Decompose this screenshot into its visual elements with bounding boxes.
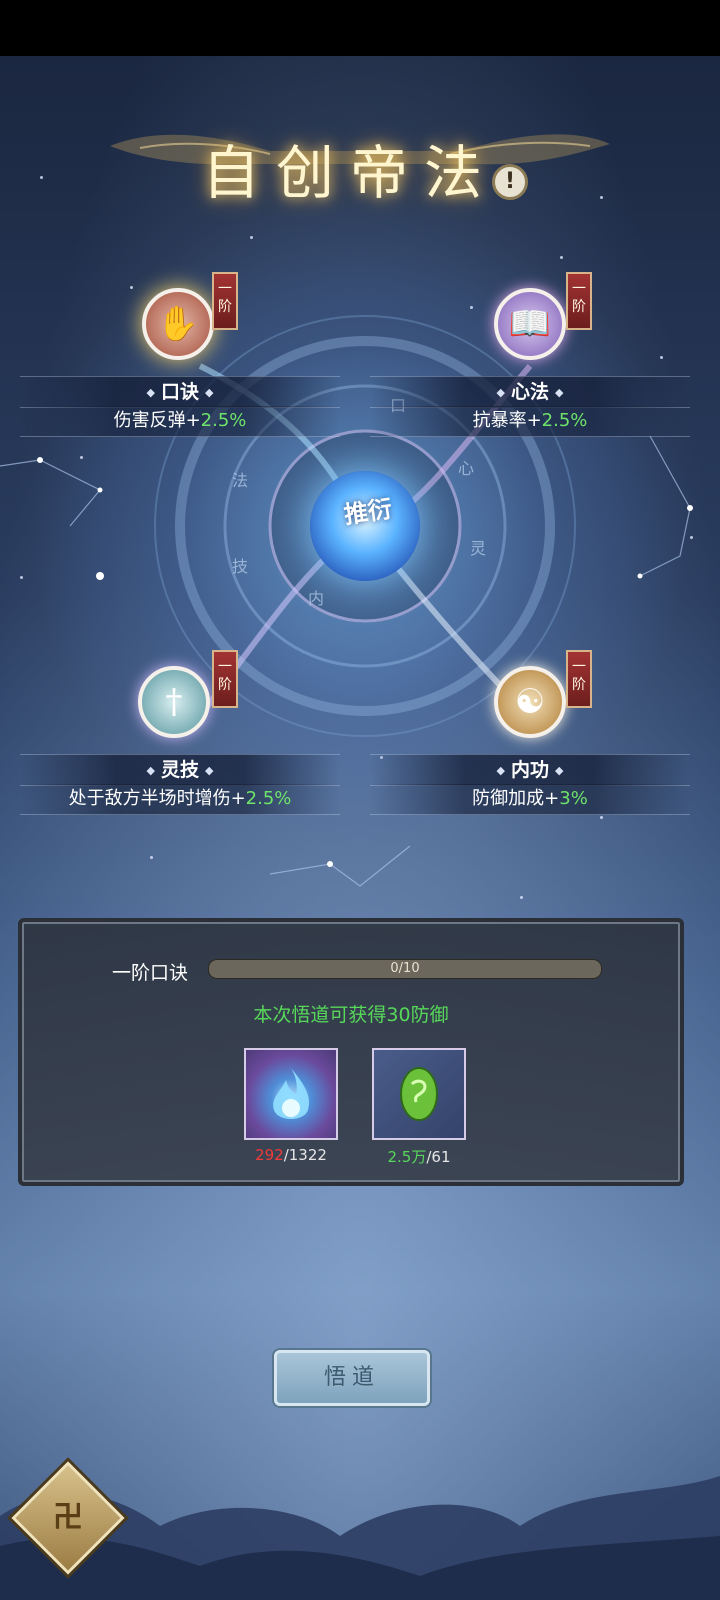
lingji-effect-text: 处于敌方半场时增伤+ xyxy=(68,788,246,809)
progress-text: 0/10 xyxy=(390,961,420,976)
diamond-icon: ◆ xyxy=(555,385,564,399)
item-1-count: 292/1322 xyxy=(221,1146,361,1164)
item-slot-2[interactable] xyxy=(372,1048,466,1140)
svg-text:法: 法 xyxy=(232,471,248,490)
diamond-icon: ◆ xyxy=(205,763,214,777)
neigong-name: 内功 xyxy=(510,759,549,781)
item-slot-1[interactable] xyxy=(244,1048,338,1140)
xinfa-effect-value: 2.5% xyxy=(541,410,588,431)
item-2-have: 2.5万 xyxy=(387,1148,427,1166)
lingji-effect-value: 2.5% xyxy=(245,788,292,809)
blue-flame-icon xyxy=(273,1068,310,1119)
xinfa-effect-text: 抗暴率+ xyxy=(472,410,542,431)
lingji-label-row: ◆ 灵技 ◆ xyxy=(20,754,340,786)
item-2-need: /61 xyxy=(426,1148,451,1166)
reward-text: 本次悟道可获得30防御 xyxy=(253,1004,449,1026)
status-bar xyxy=(0,0,720,56)
lingji-name: 灵技 xyxy=(160,759,199,781)
progress-label: 一阶口诀 xyxy=(112,962,189,984)
node-neigong[interactable]: ☯ xyxy=(490,662,570,742)
item-1-have: 292 xyxy=(255,1146,284,1164)
koujue-effect: 伤害反弹+2.5% xyxy=(20,406,340,437)
diamond-icon: ◆ xyxy=(205,385,214,399)
koujue-effect-value: 2.5% xyxy=(200,410,247,431)
flame-hand-icon: ✋ xyxy=(156,304,200,344)
svg-text:心: 心 xyxy=(458,459,474,478)
neigong-label-row: ◆ 内功 ◆ xyxy=(370,754,690,786)
neigong-effect-value: 3% xyxy=(559,788,588,809)
neigong-rank-tag: 一阶 xyxy=(566,650,592,708)
item-1-need: /1322 xyxy=(283,1146,327,1164)
xinfa-rank-tag: 一阶 xyxy=(566,272,592,330)
koujue-rank-tag: 一阶 xyxy=(212,272,238,330)
scroll-knot-icon: 卍 xyxy=(53,1500,83,1535)
progress-bar: 0/10 xyxy=(208,959,602,979)
diamond-icon: ◆ xyxy=(555,763,564,777)
koujue-effect-text: 伤害反弹+ xyxy=(113,410,201,431)
xinfa-effect: 抗暴率+2.5% xyxy=(370,406,690,437)
xinfa-name: 心法 xyxy=(510,381,549,403)
lingji-rank-tag: 一阶 xyxy=(212,650,238,708)
book-icon: 📖 xyxy=(508,304,552,344)
tuiyan-label: 推衍 xyxy=(342,493,394,530)
wudao-button[interactable]: 悟道 xyxy=(274,1350,430,1406)
item-2-count: 2.5万/61 xyxy=(349,1146,489,1167)
neigong-effect: 防御加成+3% xyxy=(370,784,690,815)
svg-text:内: 内 xyxy=(308,589,324,608)
sword-icon: † xyxy=(165,682,183,722)
green-jade-icon xyxy=(400,1067,438,1121)
diamond-icon: ◆ xyxy=(496,385,505,399)
diamond-icon: ◆ xyxy=(496,763,505,777)
diamond-icon: ◆ xyxy=(146,763,155,777)
svg-text:灵: 灵 xyxy=(470,539,486,558)
tuiyan-core-button[interactable]: 推衍 xyxy=(310,471,420,581)
koujue-name: 口诀 xyxy=(160,381,199,403)
diamond-icon: ◆ xyxy=(146,385,155,399)
xinfa-label-row: ◆ 心法 ◆ xyxy=(370,376,690,408)
neigong-effect-text: 防御加成+ xyxy=(472,788,560,809)
wudao-panel: 一阶口诀 0/10 本次悟道可获得30防御 292/1322 2.5万/61 xyxy=(18,918,684,1186)
lingji-effect: 处于敌方半场时增伤+2.5% xyxy=(20,784,340,815)
node-xinfa[interactable]: 📖 xyxy=(490,284,570,364)
yin-yang-icon: ☯ xyxy=(514,682,546,722)
node-lingji[interactable]: † xyxy=(134,662,214,742)
svg-text:技: 技 xyxy=(232,557,248,576)
koujue-label-row: ◆ 口诀 ◆ xyxy=(20,376,340,408)
node-koujue[interactable]: ✋ xyxy=(138,284,218,364)
